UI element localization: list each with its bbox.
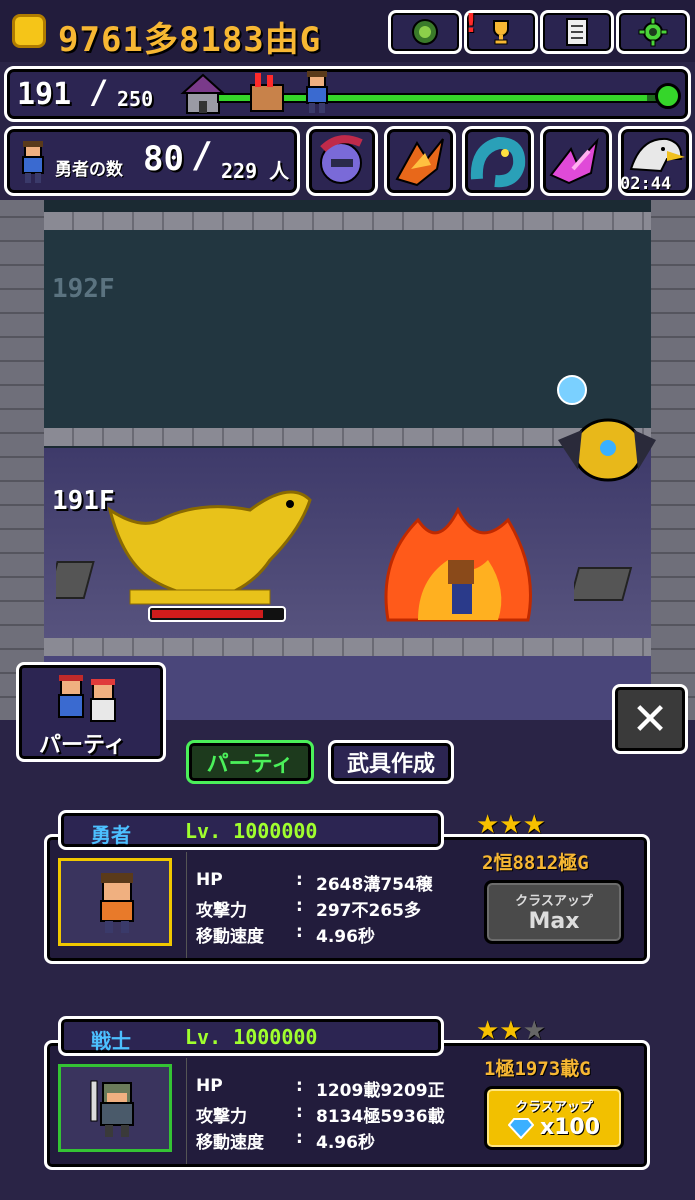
floor-progress-panel: 191 / 250 (4, 66, 691, 122)
hero-total: 229 人 (221, 159, 290, 183)
class-up-button[interactable]: クラスアップ x100 (484, 1086, 624, 1150)
orb-icon (412, 19, 438, 45)
boss-slot-2[interactable] (384, 126, 456, 196)
tab-equipment-craft[interactable]: 武具作成 (328, 740, 454, 784)
golden-fish-enemy (107, 490, 312, 605)
dungeon-scene: 192F 191F (0, 200, 695, 720)
stat-value: 2648溝754穣 (316, 875, 433, 895)
left-wall (0, 200, 44, 720)
enemy-hp-fill (152, 610, 263, 618)
class-up-button[interactable]: クラスアップ Max (484, 880, 624, 944)
boss-timer: 02:44 (620, 174, 672, 194)
class-up-label: クラスアップ (515, 894, 593, 909)
stat-label: 攻撃力 (196, 901, 247, 921)
orb-button[interactable] (388, 10, 462, 54)
stat-label: HP (196, 870, 223, 890)
settings-icon (638, 17, 668, 47)
member-name: 戦士 (91, 1029, 131, 1053)
class-up-cost: x100 (539, 1115, 601, 1140)
gold-amount: 9761多8183由G (58, 20, 322, 60)
floor-separator: / (89, 73, 109, 111)
hero-marker-icon (306, 71, 328, 113)
party-members-icon (58, 675, 116, 722)
stat-label: 移動速度 (196, 1133, 264, 1153)
hero-count-label: 勇者の数 (55, 160, 123, 180)
floor-grate-right (574, 567, 633, 601)
boss-slot-1[interactable] (306, 126, 378, 196)
floor-progress-knob (655, 83, 681, 109)
tab-party[interactable]: パーティ (186, 740, 314, 784)
floor-grate-left (56, 561, 95, 599)
warrior-sprite-icon (90, 1080, 134, 1137)
golden-pot-monster (557, 375, 656, 482)
party-panel-label: パーティ (39, 733, 126, 758)
stat-value: 297不265多 (316, 901, 421, 921)
alert-icon: ! (465, 9, 477, 39)
current-floor: 191 (17, 77, 72, 112)
boss-slot-4[interactable] (540, 126, 612, 196)
class-up-max: Max (528, 909, 580, 934)
stat-value: 4.96秒 (316, 1133, 375, 1153)
hero-sprite-icon (100, 873, 134, 933)
floor-ledge (44, 638, 651, 656)
stat-label: HP (196, 1076, 223, 1096)
member-header-warrior: 戦士 Lv. 1000000 (58, 1016, 444, 1056)
pink-dragon-boss-icon (549, 137, 599, 185)
diamond-icon (507, 1117, 534, 1139)
member-price: 2恒8812極G (482, 852, 589, 874)
stat-value: 1209載9209正 (316, 1081, 445, 1101)
rarity-stars: ★★★ (476, 1016, 546, 1046)
settings-button[interactable] (616, 10, 690, 54)
trophy-icon (493, 20, 509, 45)
rarity-stars: ★★★ (476, 810, 546, 840)
stat-label: 移動速度 (196, 927, 264, 947)
hero-count: 80 (143, 139, 184, 179)
burning-hero-sprite (384, 506, 532, 622)
fire-dragon-boss-icon (395, 138, 444, 187)
stat-row-attack: 攻撃力:297不265多 (196, 896, 421, 921)
stat-label: 攻撃力 (196, 1107, 247, 1127)
member-level: Lv. 1000000 (185, 819, 318, 843)
ceiling-ledge (44, 212, 651, 230)
guild-flag-icon (250, 73, 284, 112)
hero-count-separator: / (191, 135, 213, 176)
class-up-label: クラスアップ (515, 1100, 593, 1115)
upper-floor-label: 192F (52, 274, 115, 304)
party-panel-tab[interactable]: パーティ (16, 662, 166, 762)
armored-knight-boss-icon (320, 135, 363, 184)
memo-button[interactable] (540, 10, 614, 54)
card-divider (186, 852, 187, 958)
hero-portrait-icon (22, 141, 44, 183)
member-header-hero: 勇者 Lv. 1000000 (58, 810, 444, 850)
max-floor: 250 (117, 87, 154, 111)
stat-row-hp: HP:2648溝754穣 (196, 870, 433, 895)
stat-row-speed: 移動速度:4.96秒 (196, 1128, 375, 1153)
stat-row-attack: 攻撃力:8134極5936載 (196, 1102, 445, 1127)
memo-icon (566, 18, 588, 46)
gold-coin-icon (12, 14, 46, 48)
stat-row-speed: 移動速度:4.96秒 (196, 922, 375, 947)
sea-serpent-boss-icon (470, 136, 526, 188)
member-portrait-hero (58, 858, 172, 946)
close-icon: ✕ (631, 693, 669, 745)
boss-slot-3[interactable] (462, 126, 534, 196)
card-divider (186, 1058, 187, 1164)
hero-count-panel: 勇者の数 80 / 229 人 (4, 126, 300, 196)
member-portrait-warrior (58, 1064, 172, 1152)
stat-row-hp: HP:1209載9209正 (196, 1076, 445, 1101)
member-name: 勇者 (91, 823, 131, 847)
member-level: Lv. 1000000 (185, 1025, 318, 1049)
trophy-button[interactable]: ! (464, 9, 538, 54)
stat-value: 8134極5936載 (316, 1107, 445, 1127)
stat-value: 4.96秒 (316, 927, 375, 947)
member-price: 1極1973載G (484, 1058, 591, 1080)
close-button[interactable]: ✕ (612, 684, 688, 754)
